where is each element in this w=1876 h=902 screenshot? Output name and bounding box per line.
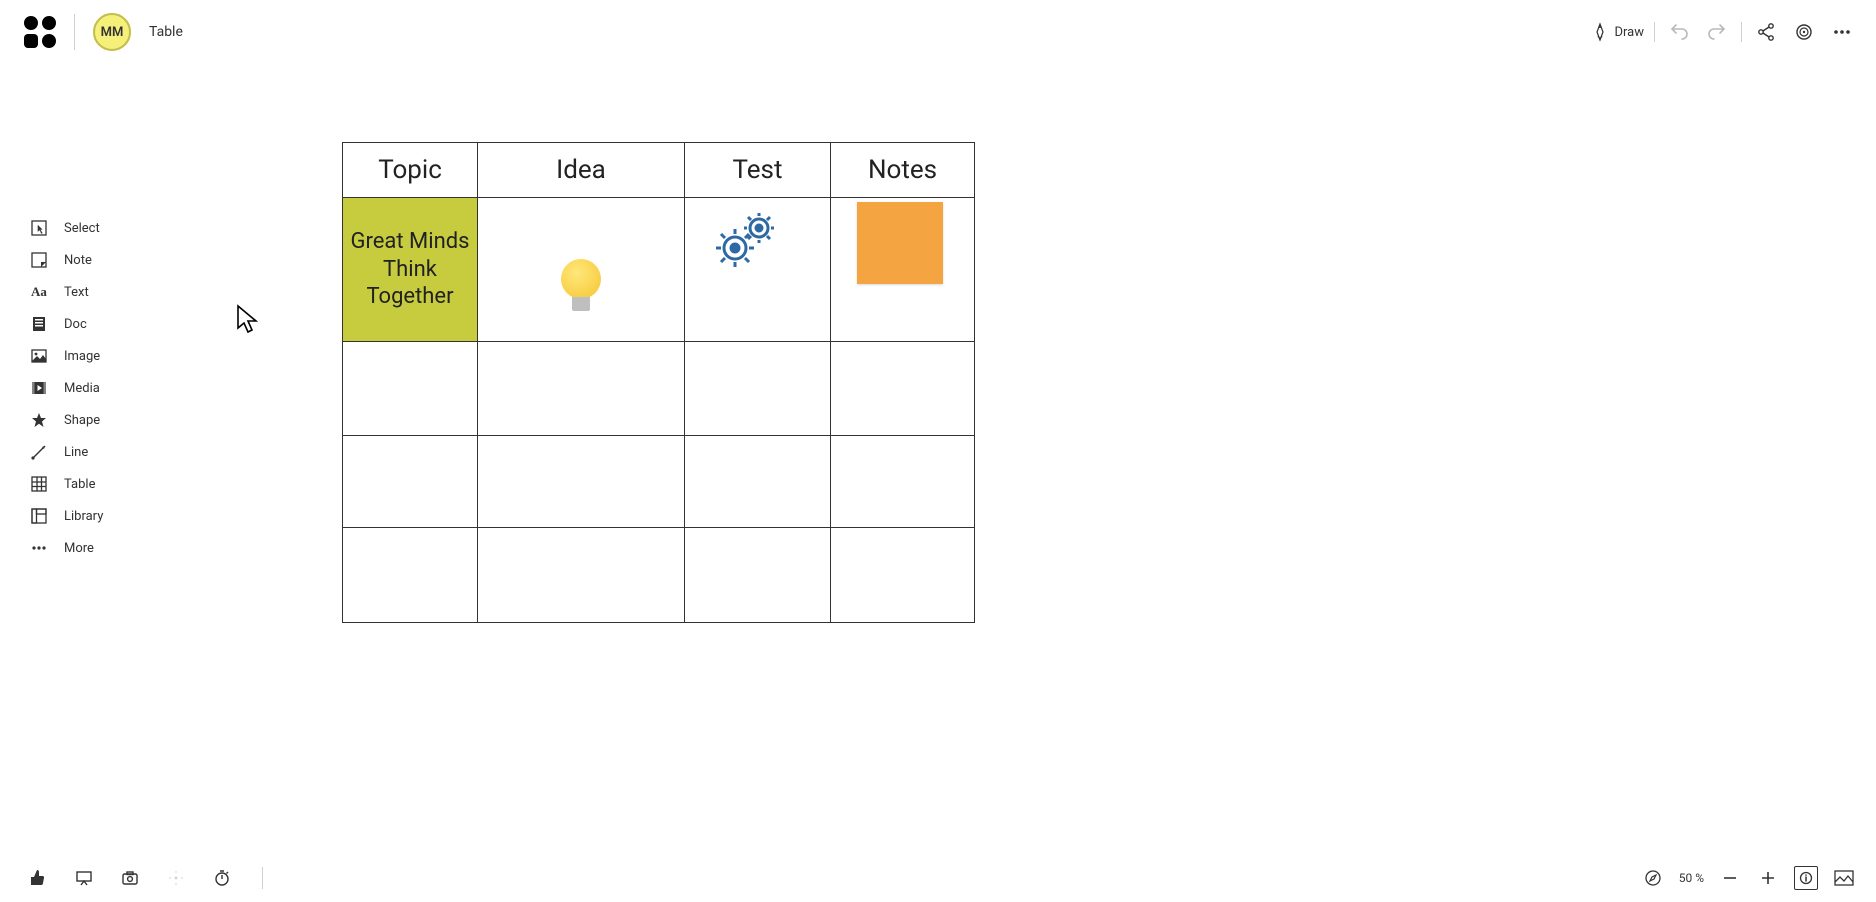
history-button[interactable] xyxy=(1790,18,1818,46)
gears-icon[interactable] xyxy=(713,212,777,270)
topbar-right: Draw xyxy=(1592,0,1856,64)
table-header-row[interactable]: Topic Idea Test Notes xyxy=(343,143,975,198)
table-header-cell[interactable]: Notes xyxy=(831,143,975,198)
table-row[interactable] xyxy=(343,342,975,436)
table-cell[interactable] xyxy=(478,528,685,623)
app-logo[interactable] xyxy=(24,16,56,48)
table-row[interactable] xyxy=(343,528,975,623)
table-row[interactable]: Great Minds Think Together xyxy=(343,198,975,342)
table-cell[interactable] xyxy=(343,528,478,623)
zoom-level[interactable]: 50 % xyxy=(1679,871,1704,885)
lightbulb-icon[interactable] xyxy=(559,259,603,319)
table-cell-test[interactable] xyxy=(685,198,831,342)
topic-text[interactable]: Great Minds Think Together xyxy=(343,228,477,311)
zoom-out-button[interactable] xyxy=(1718,866,1742,890)
table-cell[interactable] xyxy=(478,436,685,528)
table-row[interactable] xyxy=(343,436,975,528)
table-header-cell[interactable]: Topic xyxy=(343,143,478,198)
table-cell[interactable] xyxy=(685,436,831,528)
redo-icon xyxy=(1707,22,1727,42)
minimap-icon xyxy=(1834,870,1854,886)
table-cell[interactable] xyxy=(685,342,831,436)
info-button[interactable] xyxy=(1794,866,1818,890)
table-cell[interactable] xyxy=(831,436,975,528)
topbar-left: MM Table xyxy=(0,13,183,51)
minimap-button[interactable] xyxy=(1832,866,1856,890)
focus-mode-button[interactable] xyxy=(164,866,188,890)
timer-button[interactable] xyxy=(210,866,234,890)
present-button[interactable] xyxy=(72,866,96,890)
more-dots-icon xyxy=(1832,22,1852,42)
doc-title[interactable]: Table xyxy=(149,24,183,40)
canvas-table[interactable]: Topic Idea Test Notes Great Minds Think … xyxy=(342,142,975,623)
table-cell-idea[interactable] xyxy=(478,198,685,342)
table-cell[interactable] xyxy=(831,528,975,623)
camera-icon xyxy=(121,869,139,887)
thumbs-up-icon xyxy=(29,869,47,887)
table-header-cell[interactable]: Idea xyxy=(478,143,685,198)
table-cell[interactable] xyxy=(685,528,831,623)
divider xyxy=(74,14,75,50)
share-icon xyxy=(1756,22,1776,42)
plus-icon xyxy=(1760,870,1776,886)
table-cell[interactable] xyxy=(343,342,478,436)
draw-toggle[interactable]: Draw xyxy=(1592,22,1644,42)
compass-icon xyxy=(1644,869,1662,887)
minus-icon xyxy=(1722,870,1738,886)
screenshot-button[interactable] xyxy=(118,866,142,890)
share-button[interactable] xyxy=(1752,18,1780,46)
cursor-icon xyxy=(236,304,260,334)
present-icon xyxy=(75,869,93,887)
divider xyxy=(1654,22,1655,42)
info-icon xyxy=(1799,871,1813,885)
table-header-cell[interactable]: Test xyxy=(685,143,831,198)
bottombar-left xyxy=(26,866,263,890)
pen-icon xyxy=(1592,22,1608,42)
draw-label: Draw xyxy=(1614,25,1644,40)
zoom-in-button[interactable] xyxy=(1756,866,1780,890)
navigator-button[interactable] xyxy=(1641,866,1665,890)
table-cell-topic[interactable]: Great Minds Think Together xyxy=(343,198,478,342)
stopwatch-icon xyxy=(213,869,231,887)
undo-icon xyxy=(1669,22,1689,42)
more-menu-button[interactable] xyxy=(1828,18,1856,46)
table-cell[interactable] xyxy=(831,342,975,436)
sticky-note[interactable] xyxy=(857,202,943,284)
focus-icon xyxy=(167,869,185,887)
divider xyxy=(262,867,263,889)
undo-button[interactable] xyxy=(1665,18,1693,46)
table-cell[interactable] xyxy=(343,436,478,528)
topbar: MM Table Draw xyxy=(0,0,1876,64)
divider xyxy=(1741,22,1742,42)
table-cell-notes[interactable] xyxy=(831,198,975,342)
like-button[interactable] xyxy=(26,866,50,890)
bottombar-right: 50 % xyxy=(1641,866,1856,890)
history-clock-icon xyxy=(1794,22,1814,42)
canvas[interactable]: Topic Idea Test Notes Great Minds Think … xyxy=(0,64,1876,862)
redo-button[interactable] xyxy=(1703,18,1731,46)
table-cell[interactable] xyxy=(478,342,685,436)
user-avatar[interactable]: MM xyxy=(93,13,131,51)
